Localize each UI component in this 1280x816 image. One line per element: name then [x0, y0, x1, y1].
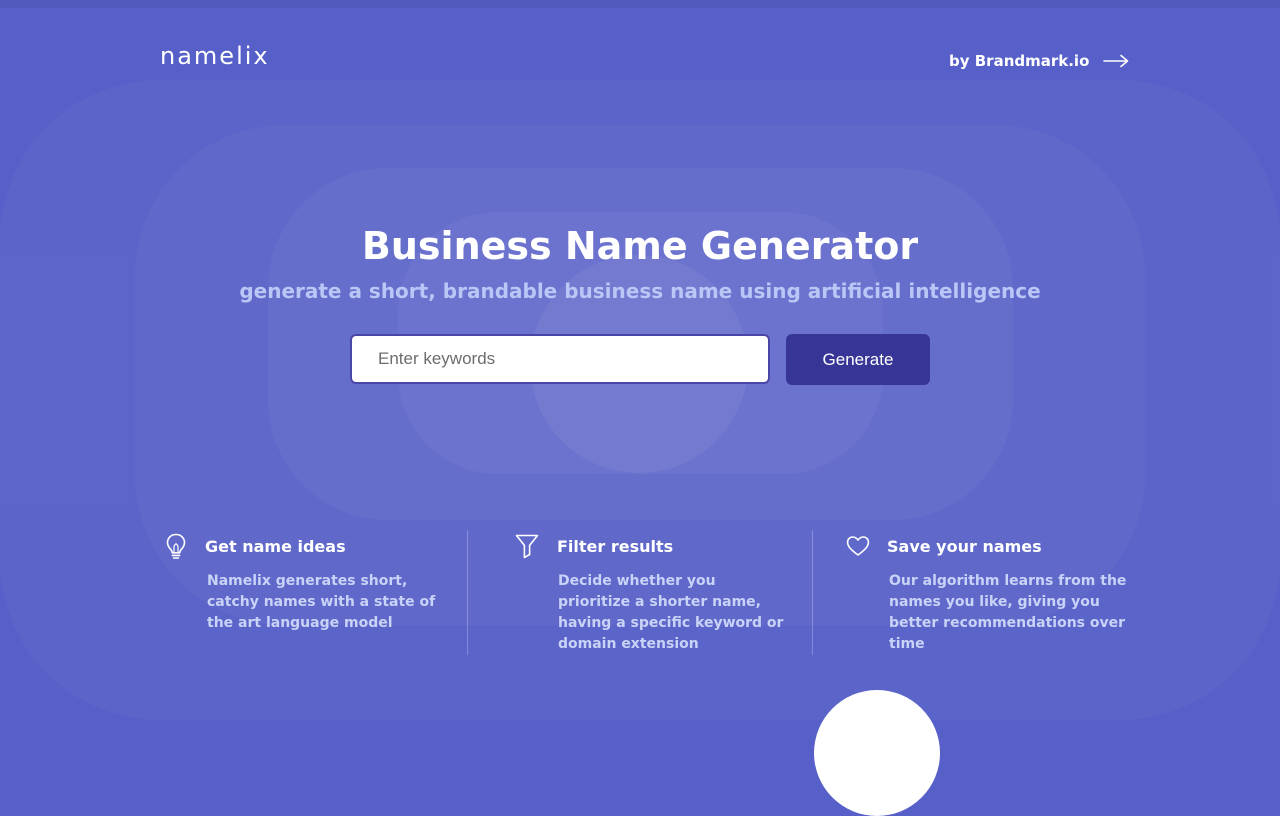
feature-description: Decide whether you prioritize a shorter …	[558, 573, 784, 652]
feature-divider	[812, 530, 813, 655]
feature-title: Get name ideas	[205, 537, 346, 556]
feature-divider	[467, 530, 468, 655]
keywords-input[interactable]	[350, 334, 770, 384]
brandmark-link[interactable]: by Brandmark.io	[949, 52, 1129, 70]
arrow-right-icon	[1103, 54, 1129, 68]
heart-icon	[846, 536, 870, 556]
scroll-circle-decoration	[814, 690, 940, 816]
page-subtitle: generate a short, brandable business nam…	[239, 279, 1041, 303]
feature-title: Save your names	[887, 537, 1042, 556]
feature-description: Namelix generates short, catchy names wi…	[207, 573, 436, 631]
namelix-logo[interactable]: namelix	[160, 42, 270, 70]
page-title: Business Name Generator	[361, 224, 919, 268]
brandmark-link-label: by Brandmark.io	[949, 52, 1090, 70]
lightbulb-icon	[166, 533, 186, 559]
generate-button[interactable]: Generate	[786, 334, 930, 385]
top-strip	[0, 0, 1280, 8]
feature-description: Our algorithm learns from the names you …	[889, 573, 1127, 652]
feature-title: Filter results	[557, 537, 674, 556]
filter-icon	[515, 534, 539, 559]
